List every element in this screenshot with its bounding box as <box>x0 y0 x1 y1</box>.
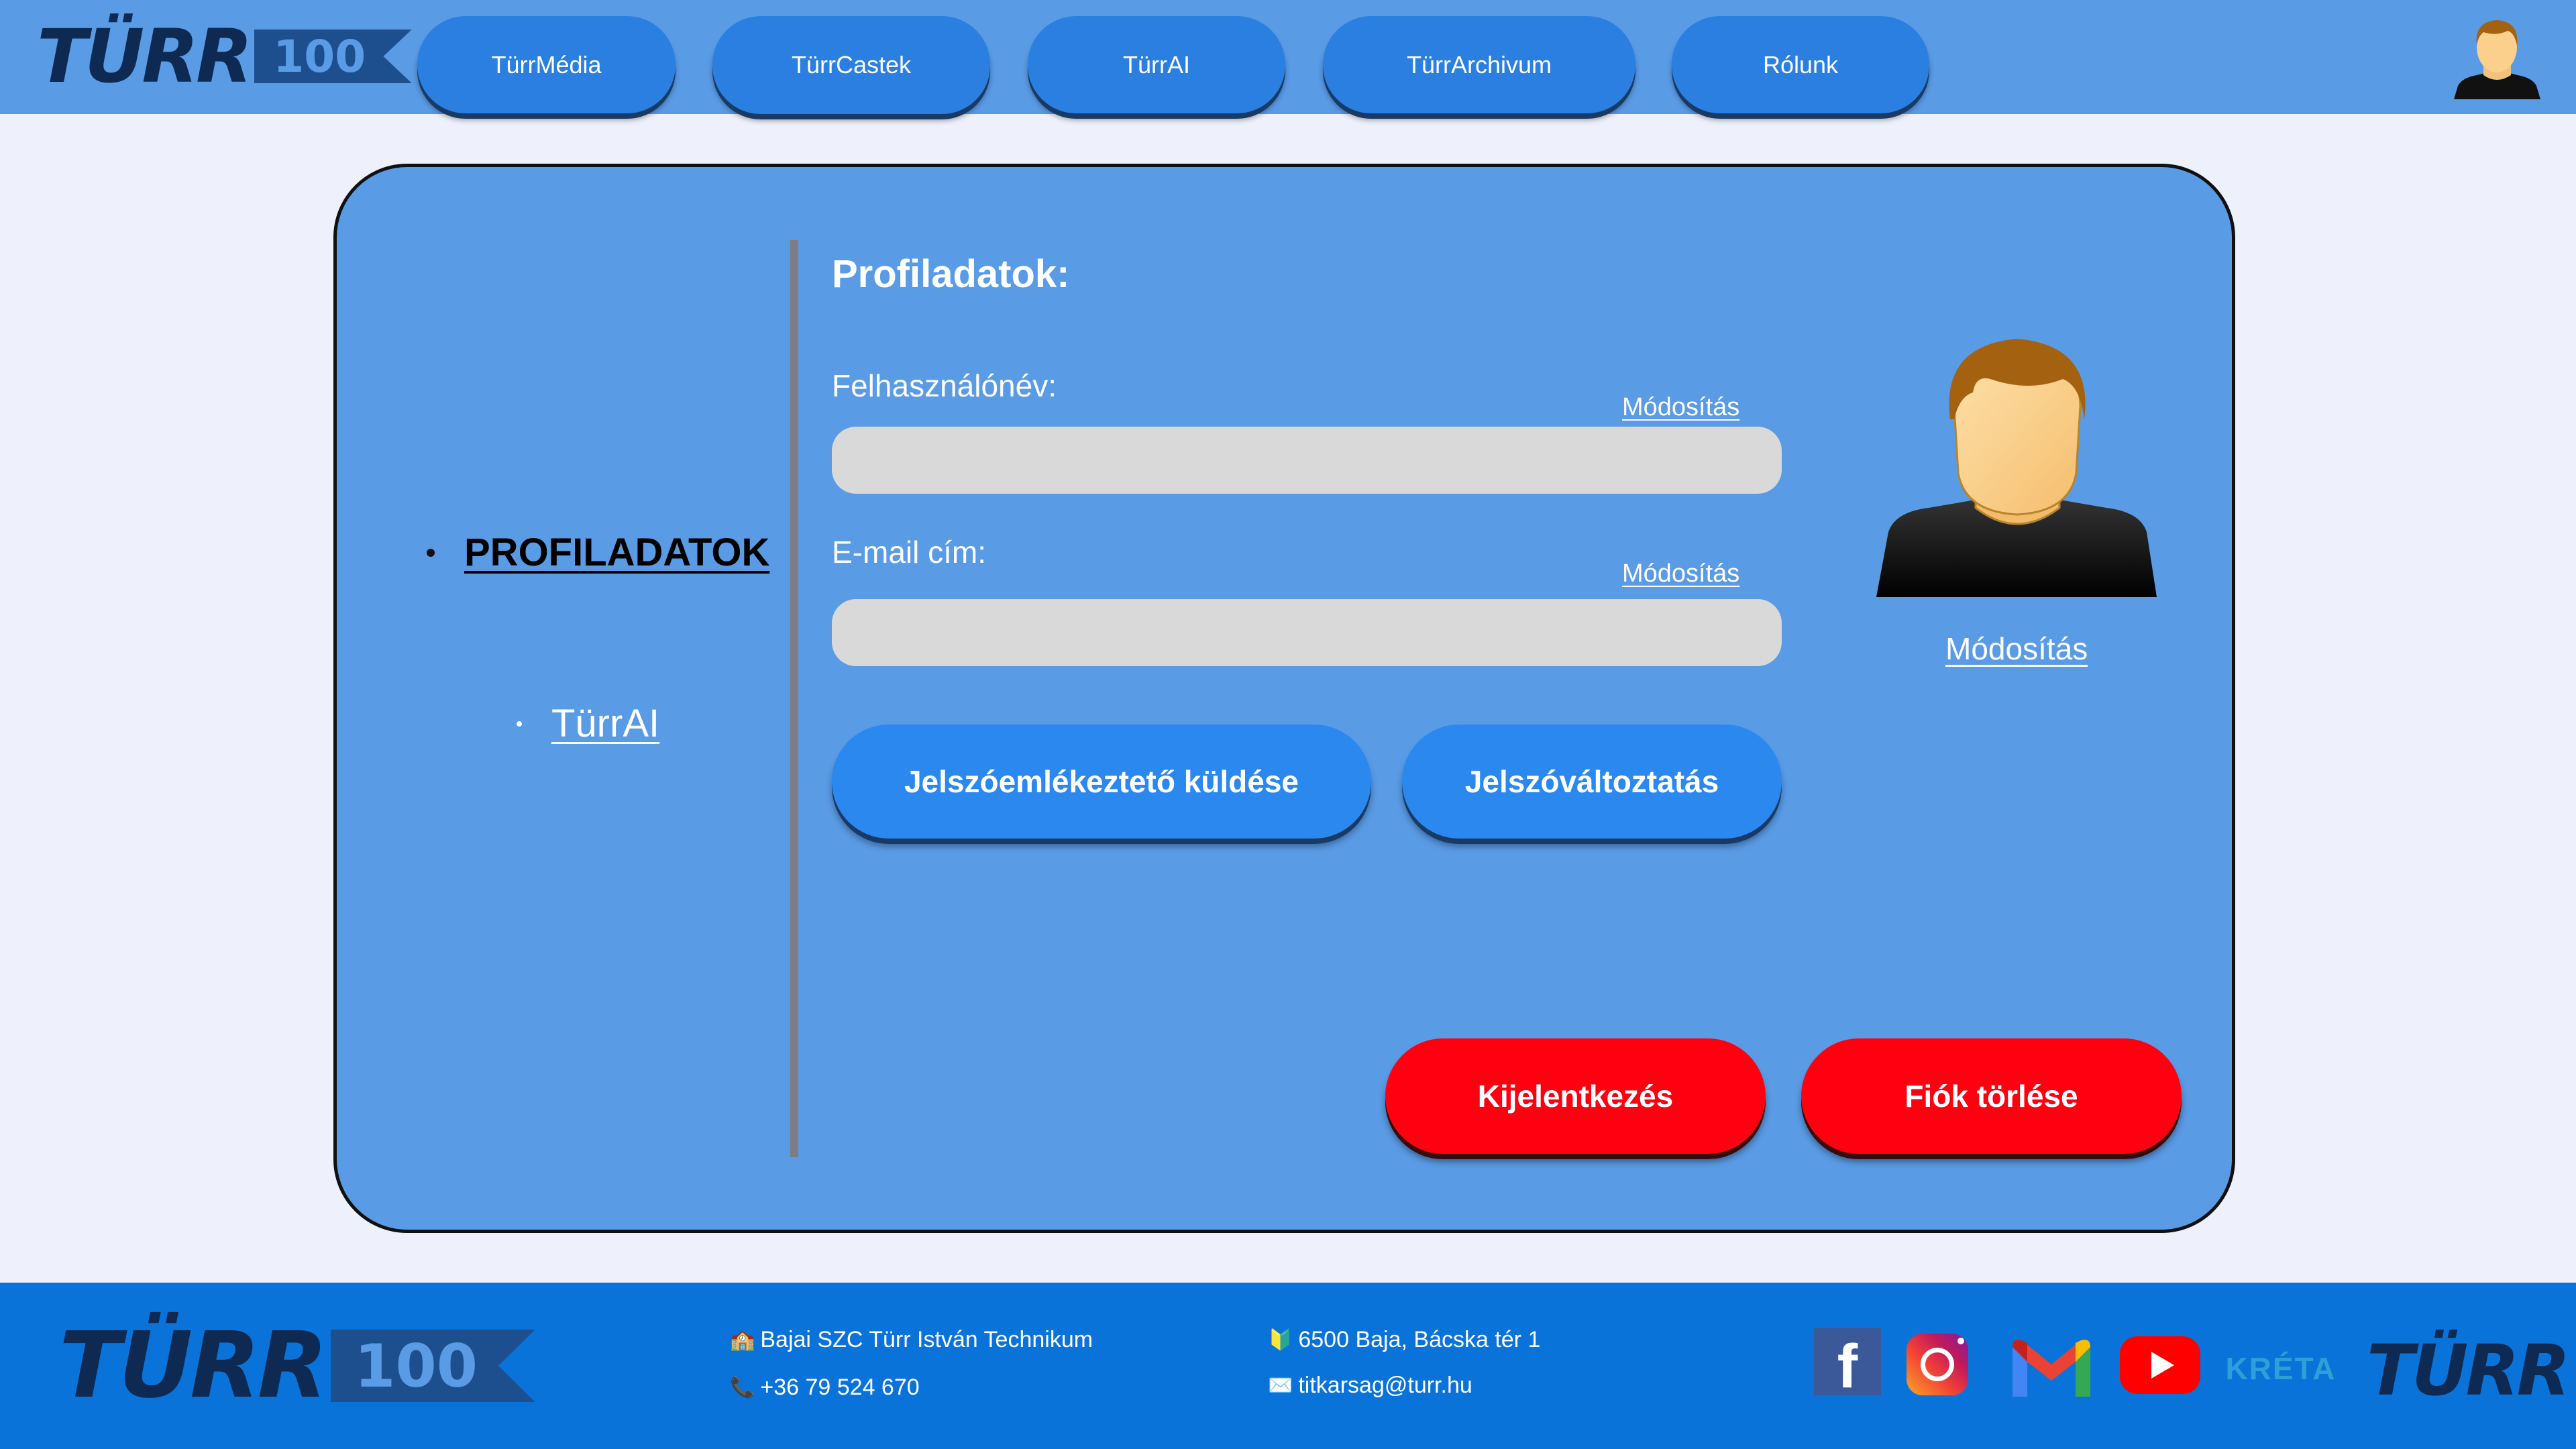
address-icon: 🔰 <box>1268 1329 1293 1351</box>
email-input[interactable] <box>832 599 1782 666</box>
address-text: 6500 Baja, Bácska tér 1 <box>1298 1327 1541 1352</box>
facebook-icon[interactable]: f <box>1814 1328 1881 1401</box>
email-label: E-mail cím: <box>832 535 986 570</box>
delete-account-button[interactable]: Fiók törlése <box>1801 1038 2182 1154</box>
school-icon: 🏫 <box>730 1329 755 1351</box>
sidebar-item-label: PROFILADATOK <box>464 531 770 574</box>
send-password-reminder-button[interactable]: Jelszóemlékeztető küldése <box>832 724 1371 839</box>
user-avatar-icon[interactable] <box>2449 12 2546 101</box>
nav-turrarchivum-button[interactable]: TürrArchivum <box>1323 16 1635 113</box>
email-edit-link[interactable]: Módosítás <box>1622 559 1739 588</box>
sidebar-item-turrai[interactable]: TürrAI <box>517 701 659 746</box>
change-password-button[interactable]: Jelszóváltoztatás <box>1402 724 1782 839</box>
nav-turrcastek-button[interactable]: TürrCastek <box>712 16 990 114</box>
turr100-logo[interactable]: TÜRR 100 <box>37 13 412 99</box>
bullet-dot <box>517 720 522 727</box>
vertical-divider <box>790 240 798 1157</box>
footer-school-info: 🏫 Bajai SZC Türr István Technikum <box>730 1327 1093 1353</box>
phone-number[interactable]: +36 79 524 670 <box>760 1375 919 1401</box>
logo-number-banner: 100 <box>254 30 412 83</box>
logo-word: TÜRR <box>59 1313 328 1419</box>
nav-turrai-button[interactable]: TürrAI <box>1028 16 1285 113</box>
footer-email-info: ✉️ titkarsag@turr.hu <box>1268 1373 1472 1399</box>
avatar-edit-link[interactable]: Módosítás <box>1945 631 2088 667</box>
email-address[interactable]: titkarsag@turr.hu <box>1298 1373 1472 1399</box>
phone-icon: 📞 <box>730 1377 755 1399</box>
logo-word: TÜRR <box>2367 1330 2571 1411</box>
mail-icon: ✉️ <box>1268 1375 1293 1397</box>
sidebar-item-profiladatok[interactable]: PROFILADATOK <box>427 530 769 575</box>
profile-avatar-icon <box>1876 339 2157 597</box>
username-input[interactable] <box>832 427 1782 494</box>
kreta-icon[interactable]: KRÉTA <box>2225 1345 2334 1392</box>
username-label: Felhasználónév: <box>832 368 1057 403</box>
youtube-icon[interactable] <box>2120 1336 2200 1394</box>
school-name: Bajai SZC Türr István Technikum <box>760 1327 1093 1352</box>
nav-rolunk-button[interactable]: Rólunk <box>1672 16 1929 113</box>
footer-turr100-logo[interactable]: TÜRR 100 <box>59 1313 535 1419</box>
logo-word: TÜRR <box>37 13 253 99</box>
turr-small-logo[interactable]: TÜRR <box>2367 1330 2571 1411</box>
footer-phone-info: 📞 +36 79 524 670 <box>730 1375 920 1401</box>
sidebar-item-label: TürrAI <box>551 702 660 745</box>
section-title: Profiladatok: <box>832 252 1070 296</box>
nav-turrmedia-button[interactable]: TürrMédia <box>417 16 676 113</box>
username-edit-link[interactable]: Módosítás <box>1622 393 1739 422</box>
bullet-dot <box>427 548 435 557</box>
instagram-icon[interactable] <box>1907 1334 1968 1395</box>
footer-address-info: 🔰 6500 Baja, Bácska tér 1 <box>1268 1327 1540 1353</box>
logout-button[interactable]: Kijelentkezés <box>1385 1038 1766 1154</box>
gmail-icon[interactable] <box>2010 1335 2093 1401</box>
logo-number-banner: 100 <box>330 1330 535 1402</box>
